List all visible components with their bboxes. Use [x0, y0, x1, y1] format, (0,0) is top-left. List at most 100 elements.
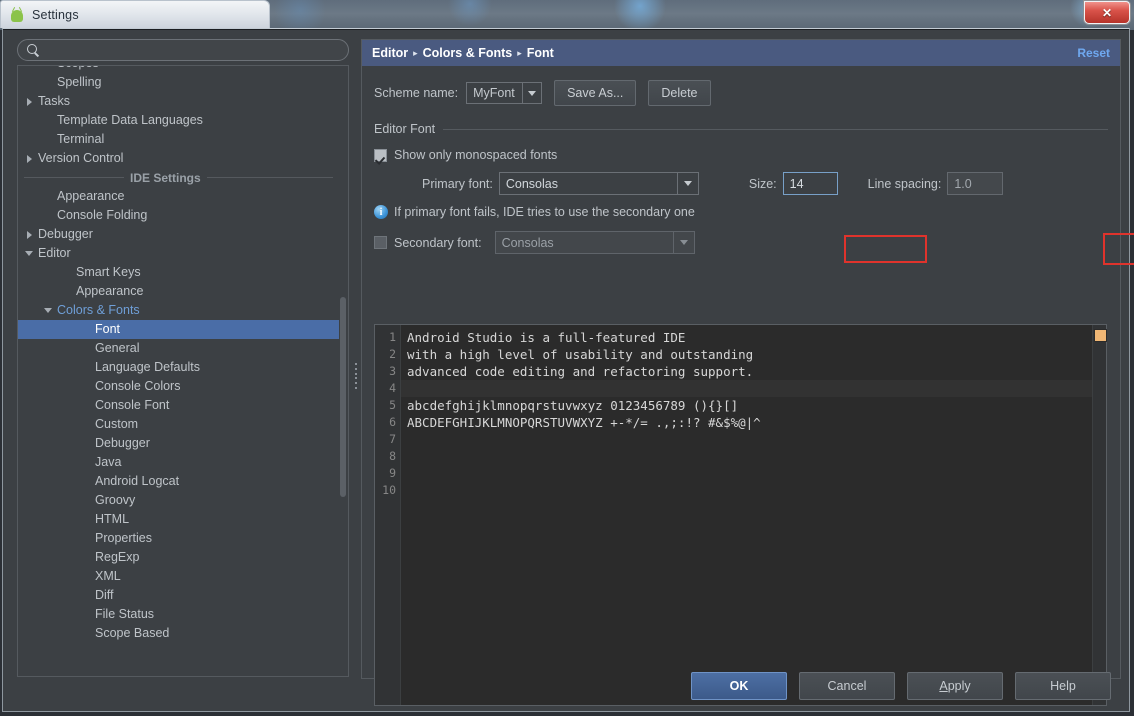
chevron-right-icon[interactable] [22, 154, 36, 163]
settings-tree[interactable]: Scopes Spelling Tasks Template Data Languag… [17, 65, 349, 677]
primary-font-combobox[interactable]: Consolas [498, 172, 699, 195]
tree-item-terminal[interactable]: Terminal [18, 130, 339, 149]
chevron-right-icon[interactable] [22, 230, 36, 239]
preview-line-number: 8 [389, 449, 396, 463]
tree-item-file-status[interactable]: File Status [18, 605, 339, 624]
tree-item-custom[interactable]: Custom [18, 415, 339, 434]
cancel-button[interactable]: Cancel [799, 672, 895, 700]
apply-mnemonic: A [939, 679, 948, 693]
tree-item-version-control[interactable]: Version Control [18, 149, 339, 168]
dialog-button-bar: OK Cancel Apply Help [5, 669, 1127, 703]
tree-item-label: Scopes [55, 66, 99, 73]
tree-item-general[interactable]: General [18, 339, 339, 358]
preview-line-number: 10 [382, 483, 396, 497]
preview-line-number: 4 [389, 381, 396, 395]
preview-marker-bar[interactable] [1092, 325, 1107, 705]
tree-item-editor[interactable]: Editor [18, 244, 339, 263]
apply-rest: pply [947, 679, 971, 693]
tree-item-android-logcat[interactable]: Android Logcat [18, 472, 339, 491]
chevron-down-icon[interactable] [672, 232, 694, 253]
close-icon: ✕ [1101, 5, 1113, 20]
tree-item-groovy[interactable]: Groovy [18, 491, 339, 510]
secondary-font-combobox[interactable]: Consolas [494, 231, 695, 254]
tree-item-label: Console Font [95, 398, 170, 412]
tree-item-label: Template Data Languages [57, 113, 203, 127]
chevron-right-icon[interactable] [22, 97, 36, 106]
tree-item-font[interactable]: Font [18, 320, 339, 339]
tree-item-spelling[interactable]: Spelling [18, 73, 339, 92]
tree-item-xml[interactable]: XML [18, 567, 339, 586]
secondary-font-value: Consolas [501, 235, 554, 250]
tree-item-label: File Status [95, 607, 155, 621]
tree-item-debugger[interactable]: Debugger [18, 225, 339, 244]
tree-item-label: General [95, 341, 140, 355]
window-titlebar[interactable]: Settings [0, 0, 270, 28]
primary-font-label: Primary font: [422, 176, 493, 191]
tree-item-template-data-languages[interactable]: Template Data Languages [18, 111, 339, 130]
secondary-font-label: Secondary font: [394, 235, 482, 250]
show-monospaced-checkbox[interactable] [374, 148, 387, 162]
preview-code-line [401, 431, 1092, 448]
search-input[interactable] [40, 43, 348, 57]
settings-window: Settings ✕ Scopes Spelling Tasks Template D… [0, 0, 1134, 716]
tree-item-tasks[interactable]: Tasks [18, 92, 339, 111]
font-size-input[interactable]: 14 [782, 172, 838, 195]
tree-item-java[interactable]: Java [18, 453, 339, 472]
apply-button[interactable]: Apply [907, 672, 1003, 700]
preview-line-number: 2 [389, 347, 396, 361]
tree-item-label: Debugger [95, 436, 150, 450]
breadcrumb-item-font[interactable]: Font [527, 46, 554, 60]
settings-tree-list: Scopes Spelling Tasks Template Data Languag… [18, 66, 339, 643]
preview-code-area[interactable]: Android Studio is a full-featured IDE wit… [401, 325, 1092, 705]
breadcrumb-item-editor[interactable]: Editor [372, 46, 408, 60]
preview-line-number: 6 [389, 415, 396, 429]
preview-code-line: abcdefghijklmnopqrstuvwxyz 0123456789 ()… [407, 398, 739, 413]
scheme-row: Scheme name: MyFont Save As... Delete [374, 80, 1108, 106]
tree-item-colors-fonts[interactable]: Colors & Fonts [18, 301, 339, 320]
tree-item-label: Terminal [57, 132, 105, 146]
line-spacing-input[interactable]: 1.0 [947, 172, 1004, 195]
chevron-down-icon[interactable] [676, 173, 698, 194]
tree-item-appearance[interactable]: Appearance [18, 187, 339, 206]
chevron-down-icon[interactable] [41, 308, 55, 313]
font-preview-editor[interactable]: 1 2 3 4 5 6 7 8 9 10 Android Studio is a full-fea… [374, 324, 1107, 706]
tree-item-smart-keys[interactable]: Smart Keys [18, 263, 339, 282]
android-icon [9, 6, 25, 23]
tree-separator-ide-settings: IDE Settings [18, 168, 339, 187]
tree-item-scope-based[interactable]: Scope Based [18, 624, 339, 643]
tree-item-console-font[interactable]: Console Font [18, 396, 339, 415]
scheme-name-combobox[interactable]: MyFont [466, 82, 543, 104]
tree-item-appearance[interactable]: Appearance [18, 282, 339, 301]
secondary-font-checkbox[interactable] [374, 236, 387, 249]
tree-item-debugger[interactable]: Debugger [18, 434, 339, 453]
breadcrumb-item-colors-fonts[interactable]: Colors & Fonts [423, 46, 513, 60]
tree-scrollbar[interactable] [339, 67, 347, 675]
monospaced-row[interactable]: Show only monospaced fonts [374, 148, 1108, 162]
tree-item-scopes[interactable]: Scopes [18, 66, 339, 73]
tree-item-console-folding[interactable]: Console Folding [18, 206, 339, 225]
tree-item-label: Debugger [38, 227, 93, 241]
chevron-down-icon[interactable] [22, 251, 36, 256]
panel-splitter-handle[interactable] [353, 361, 359, 391]
tree-item-label: Appearance [57, 189, 125, 203]
help-button[interactable]: Help [1015, 672, 1111, 700]
search-box[interactable] [17, 39, 349, 61]
tree-item-html[interactable]: HTML [18, 510, 339, 529]
tree-item-label: Font [95, 322, 121, 336]
tree-item-console-colors[interactable]: Console Colors [18, 377, 339, 396]
ok-button[interactable]: OK [691, 672, 787, 700]
save-as-button[interactable]: Save As... [554, 80, 637, 106]
tree-scrollbar-thumb[interactable] [340, 297, 346, 497]
settings-sidebar: Scopes Spelling Tasks Template Data Languag… [17, 39, 357, 679]
preview-line-number: 3 [389, 364, 396, 378]
tree-item-language-defaults[interactable]: Language Defaults [18, 358, 339, 377]
tree-item-properties[interactable]: Properties [18, 529, 339, 548]
settings-dialog: Scopes Spelling Tasks Template Data Languag… [2, 28, 1134, 712]
delete-button[interactable]: Delete [648, 80, 711, 106]
tree-item-label: Editor [38, 246, 71, 260]
tree-item-regexp[interactable]: RegExp [18, 548, 339, 567]
close-button[interactable]: ✕ [1084, 1, 1130, 24]
tree-item-diff[interactable]: Diff [18, 586, 339, 605]
reset-link[interactable]: Reset [1077, 46, 1110, 60]
chevron-down-icon[interactable] [522, 83, 541, 103]
